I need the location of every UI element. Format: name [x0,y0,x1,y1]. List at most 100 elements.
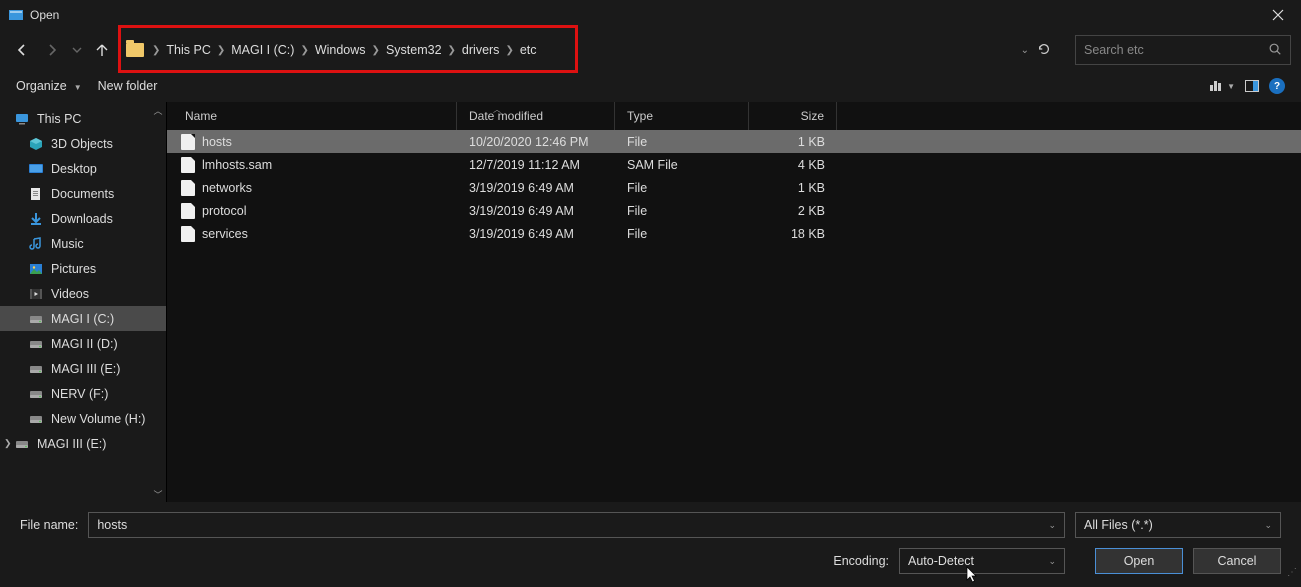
view-button[interactable]: ▼ [1210,81,1235,91]
encoding-label: Encoding: [833,554,889,568]
tree-item[interactable]: MAGI I (C:) [0,306,166,331]
file-type: File [615,135,749,149]
file-name: lmhosts.sam [202,158,272,172]
encoding-value: Auto-Detect [908,554,974,568]
new-folder-button[interactable]: New folder [98,79,158,93]
recent-locations-button[interactable] [70,38,84,62]
file-icon [181,203,195,219]
tree-item-label: MAGI I (C:) [51,312,114,326]
breadcrumb-segment[interactable]: System32 [382,43,446,57]
breadcrumb-segment[interactable]: drivers [458,43,504,57]
help-icon[interactable]: ? [1269,78,1285,94]
chevron-right-icon[interactable]: ❯ [370,45,382,56]
chevron-down-icon[interactable]: ⌄ [1048,556,1056,567]
tree-item-label: NERV (F:) [51,387,108,401]
pc-icon [14,111,30,127]
drive-icon [28,361,44,377]
app-icon [8,7,24,23]
search-icon[interactable] [1268,42,1282,59]
tree-item[interactable]: Downloads [0,206,166,231]
tree-item[interactable]: Pictures [0,256,166,281]
file-type-filter[interactable]: All Files (*.*) ⌄ [1075,512,1281,538]
tree-item[interactable]: 3D Objects [0,131,166,156]
filename-field[interactable]: ⌄ [88,512,1065,538]
tree-item[interactable]: Music [0,231,166,256]
address-bar[interactable]: ❯ This PC ❯ MAGI I (C:) ❯ Windows ❯ Syst… [120,35,1061,65]
tree-item-label: Downloads [51,212,113,226]
picture-icon [28,261,44,277]
file-name: protocol [202,204,246,218]
file-row[interactable]: services3/19/2019 6:49 AMFile18 KB [167,222,1301,245]
window-title: Open [30,8,59,22]
column-header-type[interactable]: Type [615,102,749,130]
tree-item[interactable]: This PC [0,106,166,131]
chevron-right-icon[interactable]: ❯ [298,45,310,56]
file-row[interactable]: protocol3/19/2019 6:49 AMFile2 KB [167,199,1301,222]
file-name: services [202,227,248,241]
cancel-button[interactable]: Cancel [1193,548,1281,574]
file-icon [181,157,195,173]
file-name: hosts [202,135,232,149]
tree-item-label: Videos [51,287,89,301]
tree-item[interactable]: MAGI II (D:) [0,331,166,356]
file-type: SAM File [615,158,749,172]
music-icon [28,236,44,252]
chevron-right-icon[interactable]: ❯ [503,45,515,56]
dialog-body: ︿ This PC3D ObjectsDesktopDocumentsDownl… [0,102,1301,502]
breadcrumb-segment[interactable]: Windows [311,43,370,57]
search-input[interactable] [1084,43,1268,57]
scroll-down-button[interactable]: ﹀ [152,488,164,500]
file-size: 1 KB [749,135,837,149]
column-header-size[interactable]: Size [749,102,837,130]
tree-item[interactable]: New Volume (H:) [0,406,166,431]
back-button[interactable] [10,38,34,62]
chevron-right-icon[interactable]: ❯ [150,45,162,56]
chevron-right-icon[interactable]: ❯ [215,45,227,56]
title-bar: Open [0,0,1301,30]
organize-button[interactable]: Organize ▼ [16,79,82,93]
filename-input[interactable] [97,513,1048,537]
dialog-footer: File name: ⌄ All Files (*.*) ⌄ Encoding:… [0,502,1301,582]
close-button[interactable] [1255,0,1301,30]
tree-item-label: MAGI II (D:) [51,337,118,351]
file-date: 3/19/2019 6:49 AM [457,204,615,218]
breadcrumb-segment[interactable]: This PC [162,43,214,57]
chevron-right-icon[interactable]: ❯ [446,45,458,56]
drive-icon [14,436,30,452]
breadcrumb-segment[interactable]: etc [516,43,541,57]
expand-icon[interactable]: ❯ [4,438,14,449]
encoding-select[interactable]: Auto-Detect ⌄ [899,548,1065,574]
file-icon [181,180,195,196]
file-type: File [615,204,749,218]
tree-item[interactable]: Desktop [0,156,166,181]
column-headers: Name Date modified Type Size [167,102,1301,130]
tree-item[interactable]: MAGI III (E:) [0,356,166,381]
address-dropdown-button[interactable]: ⌄ [1021,45,1029,56]
navigation-pane: ︿ This PC3D ObjectsDesktopDocumentsDownl… [0,102,166,502]
desktop-icon [28,161,44,177]
refresh-button[interactable] [1037,42,1051,59]
column-header-name[interactable]: Name [167,102,457,130]
tree-item[interactable]: ❯MAGI III (E:) [0,431,166,456]
resize-grip-icon[interactable]: ⋰ [1287,567,1297,578]
file-row[interactable]: lmhosts.sam12/7/2019 11:12 AMSAM File4 K… [167,153,1301,176]
preview-pane-button[interactable] [1245,80,1259,92]
file-row[interactable]: hosts10/20/2020 12:46 PMFile1 KB [167,130,1301,153]
filename-label: File name: [20,518,78,532]
breadcrumb-segment[interactable]: MAGI I (C:) [227,43,298,57]
file-icon [181,226,195,242]
chevron-down-icon[interactable]: ⌄ [1048,520,1056,531]
file-size: 1 KB [749,181,837,195]
forward-button[interactable] [40,38,64,62]
tree-item[interactable]: Documents [0,181,166,206]
tree-item[interactable]: Videos [0,281,166,306]
tree-item[interactable]: NERV (F:) [0,381,166,406]
open-button[interactable]: Open [1095,548,1183,574]
up-button[interactable] [90,38,114,62]
column-header-date[interactable]: Date modified [457,102,615,130]
file-row[interactable]: networks3/19/2019 6:49 AMFile1 KB [167,176,1301,199]
3d-icon [28,136,44,152]
search-box[interactable] [1075,35,1291,65]
chevron-down-icon[interactable]: ⌄ [1264,520,1272,531]
file-size: 4 KB [749,158,837,172]
